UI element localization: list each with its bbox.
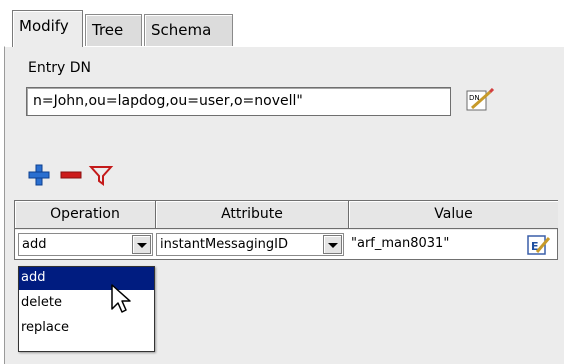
tab-label: Modify [19, 17, 69, 35]
mouse-pointer-icon [110, 283, 132, 315]
header-value[interactable]: Value [349, 201, 558, 229]
schema-tab[interactable]: Schema [144, 14, 233, 47]
edit-value-icon[interactable]: E [527, 234, 551, 256]
chevron-down-icon[interactable] [132, 235, 151, 254]
option-replace[interactable]: replace [19, 317, 154, 340]
remove-row-icon[interactable] [58, 162, 84, 188]
operation-combo[interactable]: add [18, 233, 153, 256]
entry-dn-input[interactable]: n=John,ou=lapdog,ou=user,o=novell" [26, 87, 451, 116]
tab-label: Tree [92, 21, 124, 39]
modifications-table: Operation Attribute Value add instantMes… [14, 200, 558, 260]
entry-dn-label: Entry DN [28, 60, 91, 76]
option-add[interactable]: add [19, 267, 154, 290]
header-operation[interactable]: Operation [15, 201, 156, 229]
value-text: "arf_man8031" [351, 236, 450, 251]
table-row[interactable]: add instantMessagingID "arf_man8031" E [15, 230, 557, 259]
value-field[interactable]: "arf_man8031" E [347, 233, 557, 256]
modify-tab[interactable]: Modify [12, 10, 83, 47]
attribute-value: instantMessagingID [160, 237, 288, 252]
tab-label: Schema [151, 21, 212, 39]
filter-icon[interactable] [88, 162, 114, 188]
operation-value: add [22, 237, 47, 252]
chevron-down-icon[interactable] [323, 235, 342, 254]
header-attribute[interactable]: Attribute [156, 201, 349, 229]
dn-browse-icon[interactable]: DN [466, 87, 496, 114]
tree-tab[interactable]: Tree [85, 14, 142, 47]
operation-dropdown-list: add delete replace [18, 266, 155, 352]
attribute-combo[interactable]: instantMessagingID [156, 233, 344, 256]
option-delete[interactable]: delete [19, 292, 154, 315]
add-row-icon[interactable] [26, 162, 52, 188]
